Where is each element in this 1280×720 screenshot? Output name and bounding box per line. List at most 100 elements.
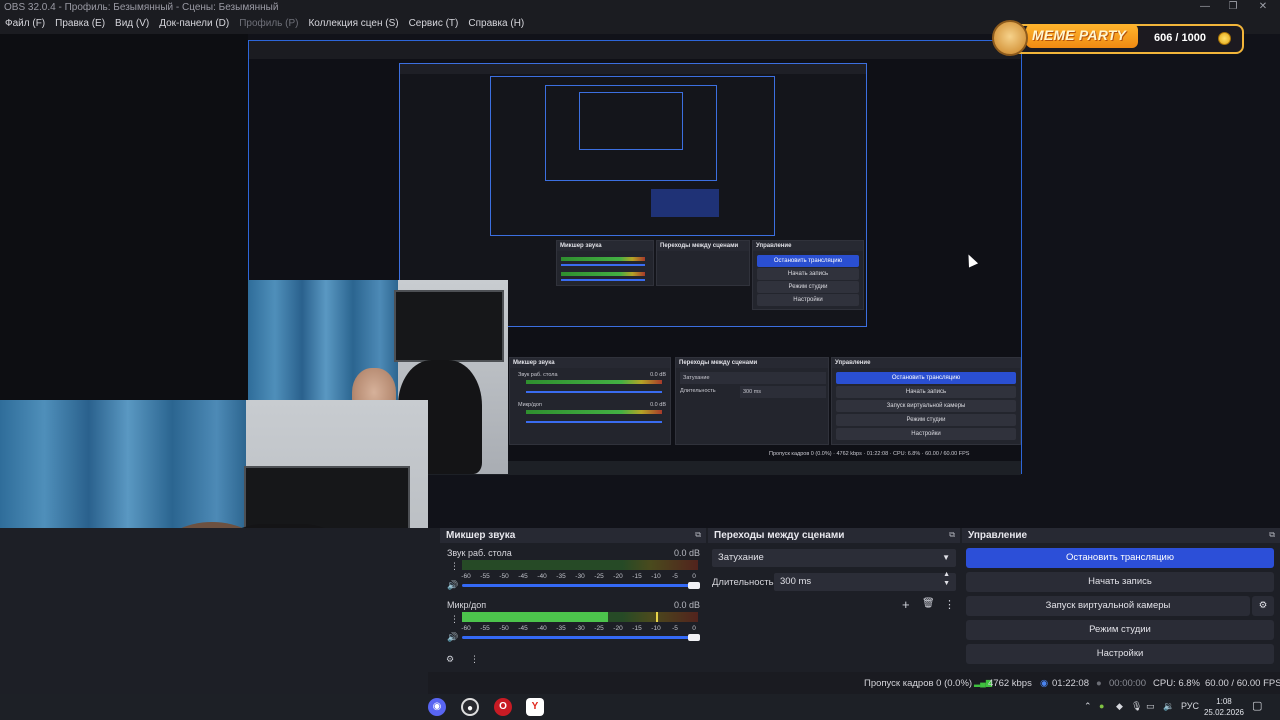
meme-party-overlay: MEME PARTY 606 / 1000	[992, 20, 1246, 56]
yandex-icon[interactable]: Y	[526, 698, 544, 716]
meter-tick-label: -50	[499, 573, 509, 580]
meter-tick-label: -15	[632, 573, 642, 580]
undock-icon[interactable]: ⧉	[695, 530, 701, 540]
meter-tick-label: -5	[672, 625, 678, 632]
nested-mixer-dock: Микшер звука	[556, 240, 654, 286]
meter-desktop	[462, 560, 698, 570]
meter-tick-label: -20	[613, 573, 623, 580]
tray-app2-icon[interactable]: ◆	[1116, 701, 1123, 712]
record-icon: ●	[1096, 678, 1102, 689]
nested-controls-dock: Управление Остановить трансляцию Начать …	[752, 240, 864, 310]
microphone-icon[interactable]: 🎙	[1131, 701, 1142, 712]
opera-icon[interactable]: O	[494, 698, 512, 716]
record-time: 00:00:00	[1109, 678, 1146, 689]
transition-select[interactable]: Затухание ▼	[712, 549, 956, 567]
network-icon[interactable]: ▭	[1146, 701, 1155, 712]
duration-label: Длительность	[712, 577, 774, 588]
trash-icon[interactable]: 🗑	[922, 598, 935, 609]
studio-mode-button[interactable]: Режим студии	[966, 620, 1274, 640]
coin-icon	[1218, 32, 1231, 45]
preview-background	[0, 34, 248, 400]
undock-icon[interactable]: ⧉	[949, 530, 955, 540]
speaker-icon[interactable]: 🔊	[447, 580, 458, 591]
meter-tick-label: -45	[518, 573, 528, 580]
track-db-desktop: 0.0 dB	[673, 548, 700, 558]
canvas-status-text: Пропуск кадров 0 (0.0%) · 4762 kbps · 01…	[769, 451, 970, 457]
dropped-frames: Пропуск кадров 0 (0.0%)	[864, 678, 973, 689]
meter-tick-label: 0	[692, 625, 696, 632]
nested-menu-bar	[249, 41, 1021, 59]
spinner-icon[interactable]: ▲ ▼	[943, 570, 950, 588]
discord-icon[interactable]: ◉	[428, 698, 446, 716]
meter-tick-label: -60	[461, 625, 471, 632]
virtual-camera-settings-button[interactable]: ⚙	[1252, 596, 1274, 616]
meter-tick-label: -25	[594, 625, 604, 632]
mixer-title: Микшер звука	[446, 530, 516, 541]
mixer-menu-icon[interactable]: ⋮	[470, 654, 479, 665]
meter-tick-label: -20	[613, 625, 623, 632]
duration-input[interactable]: 300 ms ▲ ▼	[774, 570, 956, 591]
preview-area[interactable]: Микшер звука Переходы между сценами Упра…	[0, 34, 1280, 528]
add-icon[interactable]: +	[902, 597, 910, 612]
audio-mixer-dock: Микшер звука ⧉ Звук раб. стола 0.0 dB ⋮ …	[440, 528, 706, 670]
meter-tick-label: 0	[692, 573, 696, 580]
meter-tick-label: -55	[480, 573, 490, 580]
track-menu-icon[interactable]: ⋮	[450, 561, 459, 572]
controls-title: Управление	[968, 530, 1028, 541]
menu-view[interactable]: Вид (V)	[115, 16, 149, 34]
menu-tools[interactable]: Сервис (T)	[409, 16, 459, 34]
maximize-button[interactable]: ❐	[1216, 0, 1250, 16]
volume-slider-desktop[interactable]	[462, 584, 698, 587]
fps: 60.00 / 60.00 FPS	[1205, 678, 1280, 689]
meter-tick-label: -50	[499, 625, 509, 632]
window-title: OBS 32.0.4 - Профиль: Безымянный - Сцены…	[4, 2, 279, 13]
settings-button[interactable]: Настройки	[966, 644, 1274, 664]
menu-docks[interactable]: Док-панели (D)	[159, 16, 229, 34]
controls-dock: Управление ⧉ Остановить трансляцию Начат…	[962, 528, 1280, 670]
volume-slider-mic[interactable]	[462, 636, 698, 639]
chevron-down-icon: ▼	[942, 553, 950, 562]
menu-profile: Профиль (P)	[239, 18, 299, 29]
meter-tick-label: -10	[651, 573, 661, 580]
tray-app-icon[interactable]: ●	[1099, 701, 1104, 711]
track-menu-icon[interactable]: ⋮	[450, 614, 459, 625]
menu-edit[interactable]: Правка (E)	[55, 16, 105, 34]
taskbar: ◉ ● O Y ⌃ ● ◆ 🎙 ▭ 🔉 РУС 1:08 25.02.2026 …	[0, 694, 1280, 720]
volume-knob-mic[interactable]	[688, 634, 700, 641]
clock[interactable]: 1:08 25.02.2026	[1204, 696, 1244, 718]
notifications-icon[interactable]: ▢	[1252, 699, 1262, 712]
speaker-icon[interactable]: 🔊	[447, 632, 458, 643]
duration-value: 300 ms	[780, 576, 812, 587]
status-bar: Пропуск кадров 0 (0.0%) ▂▄▆ 4762 kbps ◉ …	[428, 672, 1280, 694]
meter-mic-peak	[655, 612, 658, 622]
stop-stream-button[interactable]: Остановить трансляцию	[966, 548, 1274, 568]
virtual-camera-button[interactable]: Запуск виртуальной камеры	[966, 596, 1250, 616]
transition-selected: Затухание	[718, 552, 764, 563]
transition-menu-icon[interactable]: ⋮	[944, 598, 955, 611]
close-button[interactable]: ✕	[1246, 0, 1280, 16]
chevron-up-icon[interactable]: ⌃	[1084, 701, 1092, 712]
meter-tick-label: -35	[556, 573, 566, 580]
menu-scene-collection[interactable]: Коллекция сцен (S)	[308, 16, 398, 34]
obs-icon[interactable]: ●	[461, 698, 479, 716]
meter-tick-label: -40	[537, 625, 547, 632]
meter-tick-label: -60	[461, 573, 471, 580]
track-name-desktop: Звук раб. стола	[447, 548, 512, 558]
clock-time: 1:08	[1216, 697, 1232, 706]
transitions-header: Переходы между сценами ⧉	[708, 528, 960, 543]
volume-icon[interactable]: 🔉	[1163, 701, 1174, 712]
mixer-settings-icon[interactable]: ⚙	[446, 654, 454, 665]
meter-tick-label: -55	[480, 625, 490, 632]
mixer-header: Микшер звука ⧉	[440, 528, 706, 543]
overlay-score: 606 / 1000	[1154, 32, 1206, 44]
menu-help[interactable]: Справка (H)	[468, 16, 524, 34]
canvas-transitions-dock: Переходы между сценами Затухание Длитель…	[675, 357, 829, 445]
language-indicator[interactable]: РУС	[1181, 701, 1199, 711]
start-recording-button[interactable]: Начать запись	[966, 572, 1274, 592]
canvas-controls-dock: Управление Остановить трансляцию Начать …	[831, 357, 1021, 445]
volume-knob-desktop[interactable]	[688, 582, 700, 589]
webcam-main	[0, 400, 428, 528]
menu-file[interactable]: Файл (F)	[5, 16, 45, 34]
cpu-usage: CPU: 6.8%	[1153, 678, 1200, 689]
undock-icon[interactable]: ⧉	[1269, 530, 1275, 540]
